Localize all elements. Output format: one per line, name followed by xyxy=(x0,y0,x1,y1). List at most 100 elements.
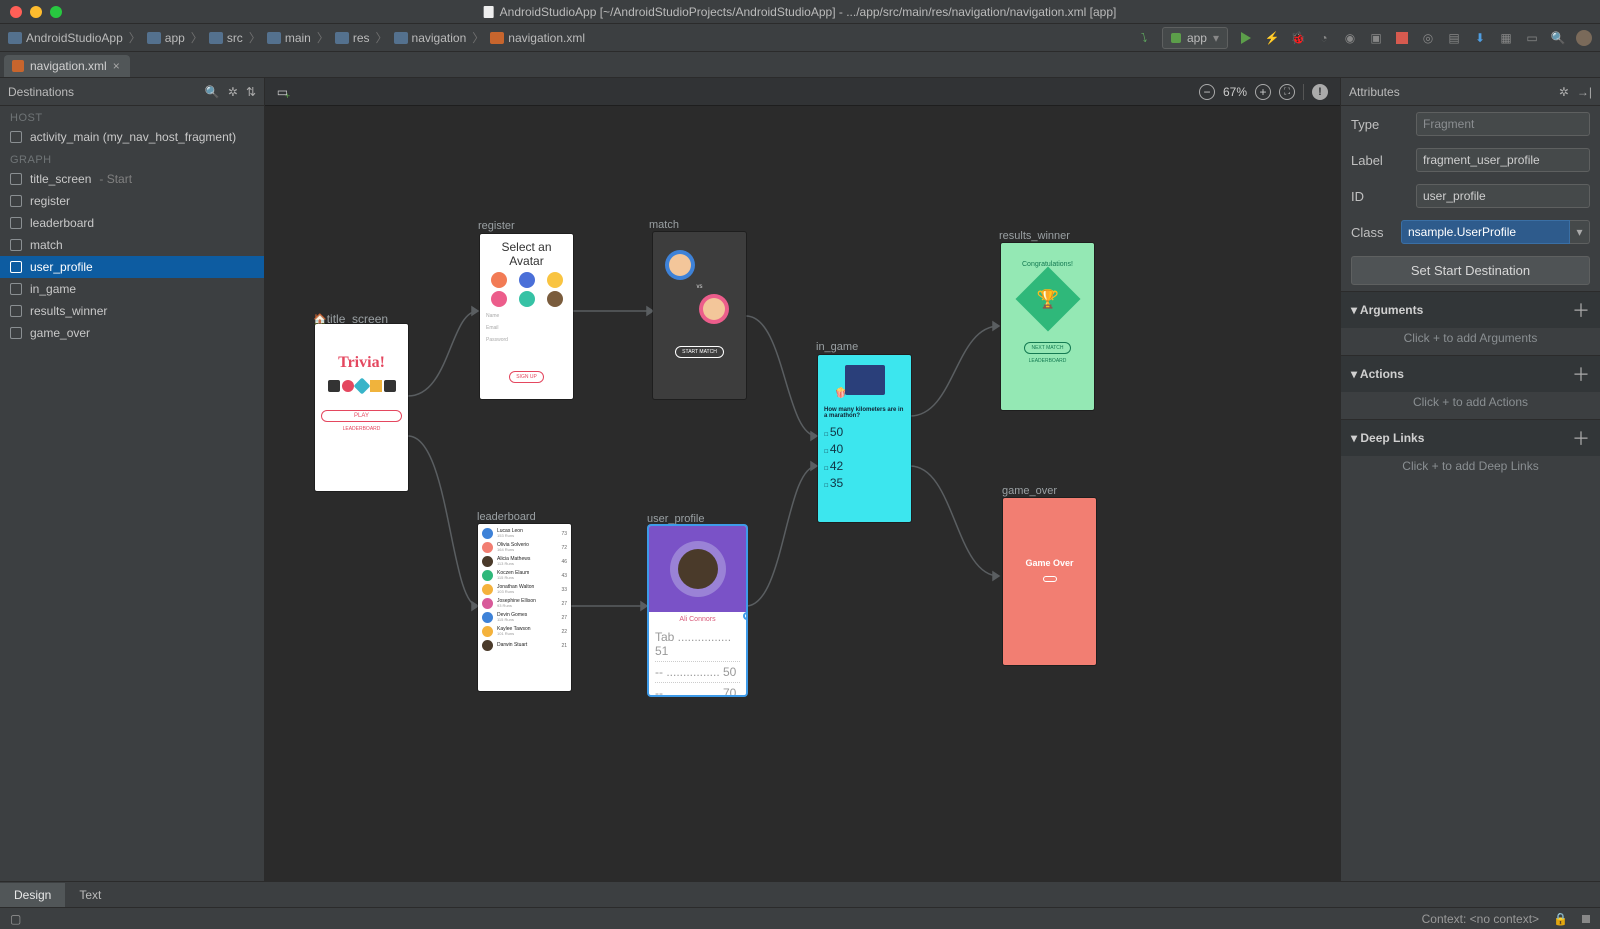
breadcrumb-item[interactable]: res xyxy=(335,31,370,45)
activity-icon xyxy=(10,131,22,143)
canvas-toolbar: ▭+ − 67% + ⛶ ! xyxy=(265,78,1340,106)
device-file-explorer-icon[interactable]: ▦ xyxy=(1498,30,1514,46)
section-deep-links[interactable]: ▾ Deep Links＋ xyxy=(1341,419,1600,456)
memory-indicator-icon[interactable] xyxy=(1582,915,1590,923)
attach-debugger-icon[interactable]: ▣ xyxy=(1368,30,1384,46)
node-user-profile[interactable]: Ali Connors Tab ................ 51 -- .… xyxy=(649,526,746,695)
minimize-panel-icon[interactable]: →| xyxy=(1577,85,1592,99)
leaderboard-row: Jonathan Walton103 Runs33 xyxy=(482,584,567,595)
leaderboard-row: Kaylee Tawson101 Runs22 xyxy=(482,626,567,637)
node-label-leaderboard: leaderboard xyxy=(477,511,536,523)
node-game-over[interactable]: Game Over xyxy=(1003,498,1096,665)
node-title-screen[interactable]: Trivia! PLAY LEADERBOARD xyxy=(315,324,408,491)
destination-item-match[interactable]: match xyxy=(0,234,264,256)
node-label-register: register xyxy=(478,220,515,232)
section-actions[interactable]: ▾ Actions＋ xyxy=(1341,355,1600,392)
search-icon[interactable]: 🔍 xyxy=(205,85,220,99)
sync-icon[interactable]: ⭝ xyxy=(1136,30,1152,46)
gear-icon[interactable]: ✲ xyxy=(228,85,238,99)
project-structure-icon[interactable]: ▭ xyxy=(1524,30,1540,46)
zoom-in-icon[interactable]: + xyxy=(1255,84,1271,100)
nav-graph-canvas[interactable]: 🏠title_screen Trivia! PLAY LEADERBOARD xyxy=(265,106,1340,881)
node-register[interactable]: Select an Avatar Name Email Password SIG… xyxy=(480,234,573,399)
close-window-button[interactable] xyxy=(10,6,22,18)
attr-input-label[interactable] xyxy=(1416,148,1590,172)
run-icon[interactable] xyxy=(1238,30,1254,46)
status-left-icon[interactable]: ▢ xyxy=(10,912,21,926)
action-handle[interactable] xyxy=(743,612,746,620)
node-leaderboard[interactable]: Lucas Leon153 Runs73Olivia Solverio164 R… xyxy=(478,524,571,691)
new-destination-icon[interactable]: ▭+ xyxy=(277,84,293,100)
leaderboard-row: Alicia Mathews113 Runs46 xyxy=(482,556,567,567)
editor-tabs: navigation.xml × xyxy=(0,52,1600,78)
breadcrumb-item[interactable]: navigation xyxy=(394,31,467,45)
destination-item-title-screen[interactable]: title_screen - Start xyxy=(0,168,264,190)
zoom-fit-icon[interactable]: ⛶ xyxy=(1279,84,1295,100)
destination-item-results-winner[interactable]: results_winner xyxy=(0,300,264,322)
tab-text[interactable]: Text xyxy=(65,883,115,907)
layout-inspector-icon[interactable]: ⬇ xyxy=(1472,30,1488,46)
profiler2-icon[interactable]: ◉ xyxy=(1342,30,1358,46)
avd-manager-icon[interactable]: ◎ xyxy=(1420,30,1436,46)
window-title: AndroidStudioApp [~/AndroidStudioProject… xyxy=(500,5,1117,19)
destination-item-user-profile[interactable]: user_profile xyxy=(0,256,264,278)
node-match[interactable]: vs START MATCH xyxy=(653,232,746,399)
avatar-icon[interactable] xyxy=(1576,30,1592,46)
destination-item-leaderboard[interactable]: leaderboard xyxy=(0,212,264,234)
destination-item-game-over[interactable]: game_over xyxy=(0,322,264,344)
attr-label-label: Label xyxy=(1351,153,1406,168)
attr-label-id: ID xyxy=(1351,189,1406,204)
add-argument-icon[interactable]: ＋ xyxy=(1572,297,1590,323)
node-label-game-over: game_over xyxy=(1002,485,1057,497)
gear-icon[interactable]: ✲ xyxy=(1559,85,1569,99)
nav-editor-canvas-wrap: ▭+ − 67% + ⛶ ! xyxy=(265,78,1340,881)
destinations-panel: Destinations 🔍 ✲ ⇅ HOST activity_main (m… xyxy=(0,78,265,881)
editor-tab-navigation[interactable]: navigation.xml × xyxy=(4,55,130,77)
class-dropdown-icon[interactable]: ▾ xyxy=(1570,220,1590,244)
destination-item-in-game[interactable]: in_game xyxy=(0,278,264,300)
graph-section-label: GRAPH xyxy=(0,148,264,168)
host-section-label: HOST xyxy=(0,106,264,126)
apply-changes-icon[interactable]: ⚡ xyxy=(1264,30,1280,46)
attr-input-id[interactable] xyxy=(1416,184,1590,208)
stop-icon[interactable] xyxy=(1394,30,1410,46)
minimize-window-button[interactable] xyxy=(30,6,42,18)
breadcrumb-item[interactable]: AndroidStudioApp xyxy=(8,31,123,45)
node-results-winner[interactable]: Congratulations! 🏆 NEXT MATCH LEADERBOAR… xyxy=(1001,243,1094,410)
node-in-game[interactable]: 🍿 How many kilometers are in a marathon?… xyxy=(818,355,911,522)
breadcrumb-item[interactable]: main xyxy=(267,31,311,45)
zoom-level: 67% xyxy=(1223,85,1247,99)
titlebar: AndroidStudioApp [~/AndroidStudioProject… xyxy=(0,0,1600,24)
close-tab-icon[interactable]: × xyxy=(113,59,120,73)
destination-item-register[interactable]: register xyxy=(0,190,264,212)
section-arguments[interactable]: ▾ Arguments＋ xyxy=(1341,291,1600,328)
context-label[interactable]: Context: <no context> xyxy=(1422,912,1539,926)
xml-file-icon xyxy=(12,60,24,72)
host-item[interactable]: activity_main (my_nav_host_fragment) xyxy=(0,126,264,148)
profiler-icon[interactable]: ◔ xyxy=(1316,30,1332,46)
breadcrumb-item[interactable]: navigation.xml xyxy=(490,31,585,45)
add-action-icon[interactable]: ＋ xyxy=(1572,361,1590,387)
run-configuration-dropdown[interactable]: app ▾ xyxy=(1162,27,1228,49)
set-start-destination-button[interactable]: Set Start Destination xyxy=(1351,256,1590,285)
breadcrumb-item[interactable]: app xyxy=(147,31,185,45)
debug-icon[interactable]: 🐞 xyxy=(1290,30,1306,46)
attr-input-class[interactable] xyxy=(1401,220,1570,244)
attr-input-type[interactable] xyxy=(1416,112,1590,136)
main-toolbar: ⭝ app ▾ ⚡ 🐞 ◔ ◉ ▣ ◎ ▤ ⬇ ▦ ▭ 🔍 xyxy=(1136,27,1592,49)
attr-label-class: Class xyxy=(1351,225,1391,240)
node-label-user-profile: user_profile xyxy=(647,513,704,525)
maximize-window-button[interactable] xyxy=(50,6,62,18)
attributes-title: Attributes xyxy=(1349,85,1400,99)
sdk-manager-icon[interactable]: ▤ xyxy=(1446,30,1462,46)
errors-icon[interactable]: ! xyxy=(1312,84,1328,100)
nested-graph-icon[interactable]: ⇅ xyxy=(246,85,256,99)
breadcrumb-item[interactable]: src xyxy=(209,31,243,45)
destinations-title: Destinations xyxy=(8,85,74,99)
lock-icon[interactable]: 🔒 xyxy=(1553,912,1568,926)
status-bar: ▢ Context: <no context> 🔒 xyxy=(0,907,1600,929)
search-everywhere-icon[interactable]: 🔍 xyxy=(1550,30,1566,46)
tab-design[interactable]: Design xyxy=(0,883,65,907)
add-deeplink-icon[interactable]: ＋ xyxy=(1572,425,1590,451)
zoom-out-icon[interactable]: − xyxy=(1199,84,1215,100)
